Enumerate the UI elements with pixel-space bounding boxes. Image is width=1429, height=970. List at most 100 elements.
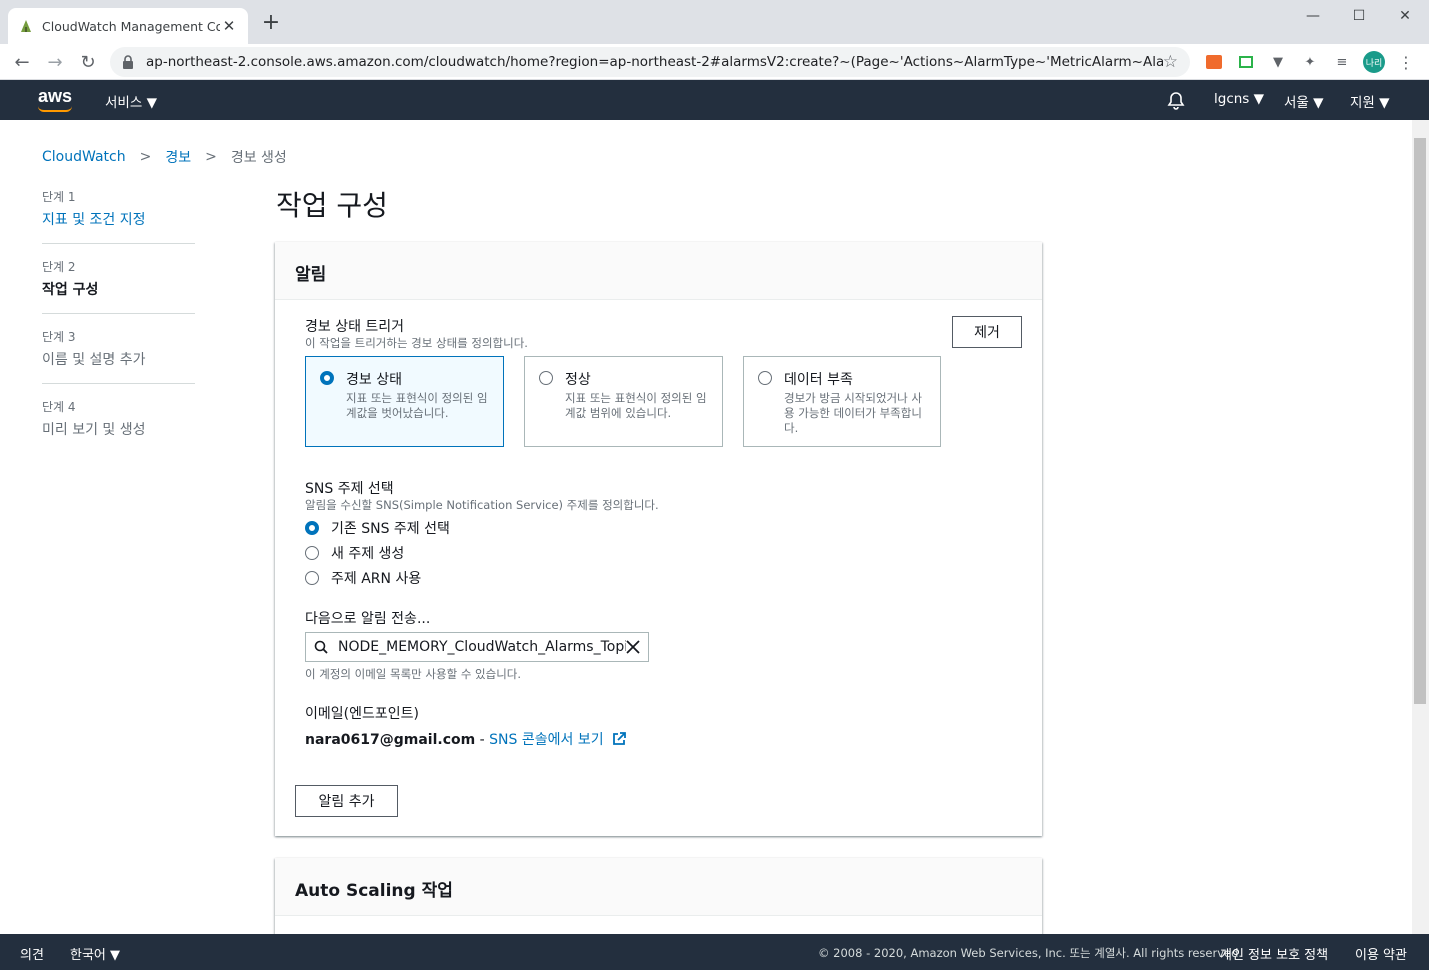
autoscaling-panel: Auto Scaling 작업 xyxy=(275,858,1042,934)
chrome-menu-icon[interactable]: ⋮ xyxy=(1396,52,1416,72)
extension-green-icon[interactable] xyxy=(1236,52,1256,72)
extensions-puzzle-icon[interactable]: ✦ xyxy=(1300,52,1320,72)
breadcrumb: CloudWatch > 경보 > 경보 생성 xyxy=(42,147,287,167)
autoscaling-panel-header: Auto Scaling 작업 xyxy=(275,858,1042,916)
language-menu[interactable]: 한국어 ▼ xyxy=(70,944,120,963)
step-number: 단계 1 xyxy=(42,190,76,204)
notification-panel-header: 알림 xyxy=(275,242,1042,300)
step-label: 미리 보기 및 생성 xyxy=(42,422,146,438)
remove-button[interactable]: 제거 xyxy=(952,316,1022,348)
radio-selected[interactable] xyxy=(305,521,319,535)
services-menu[interactable]: 서비스 ▼ xyxy=(105,91,157,111)
caret-down-icon: ▼ xyxy=(1379,95,1390,111)
endpoint-label: 이메일(엔드포인트) xyxy=(305,706,419,722)
tab-close-icon[interactable]: ✕ xyxy=(220,17,238,35)
step-number: 단계 2 xyxy=(42,260,76,274)
main-content: CloudWatch > 경보 > 경보 생성 단계 1 지표 및 조건 지정 … xyxy=(0,120,1412,934)
clear-icon[interactable] xyxy=(626,640,640,654)
tile-title: 데이터 부족 xyxy=(784,372,853,388)
support-menu[interactable]: 지원 ▼ xyxy=(1350,91,1390,111)
minimize-icon[interactable]: — xyxy=(1290,4,1336,28)
tile-description: 지표 또는 표현식이 정의된 임계값을 벗어났습니다. xyxy=(346,391,488,420)
aws-logo-smile xyxy=(38,106,72,112)
caret-down-icon: ▼ xyxy=(1313,95,1324,111)
aws-footer: 의견 한국어 ▼ © 2008 - 2020, Amazon Web Servi… xyxy=(0,934,1429,970)
sns-option-new[interactable]: 새 주제 생성 xyxy=(305,543,404,563)
tab-title: CloudWatch Management Cons xyxy=(42,18,220,34)
endpoint-line: nara0617@gmail.com - SNS 콘솔에서 보기 xyxy=(305,729,626,749)
sns-console-link[interactable]: SNS 콘솔에서 보기 xyxy=(489,732,603,748)
state-alarm-tile[interactable]: 경보 상태 지표 또는 표현식이 정의된 임계값을 벗어났습니다. xyxy=(305,356,504,447)
sns-option-existing[interactable]: 기존 SNS 주제 선택 xyxy=(305,518,450,538)
chevron-right-icon: > xyxy=(205,149,217,165)
privacy-link[interactable]: 개인 정보 보호 정책 xyxy=(1220,944,1328,963)
language-label: 한국어 xyxy=(70,948,106,963)
forward-icon[interactable]: → xyxy=(43,50,67,74)
copyright-text: © 2008 - 2020, Amazon Web Services, Inc.… xyxy=(818,946,1243,960)
close-window-icon[interactable]: ✕ xyxy=(1382,4,1428,28)
scrollbar-thumb[interactable] xyxy=(1414,138,1426,704)
maximize-icon[interactable]: ☐ xyxy=(1336,4,1382,28)
bell-icon[interactable] xyxy=(1166,90,1186,110)
extension-orange-icon[interactable] xyxy=(1204,52,1224,72)
chevron-right-icon: > xyxy=(139,149,152,165)
aws-logo[interactable]: aws xyxy=(38,86,72,107)
reload-icon[interactable]: ↻ xyxy=(76,50,100,74)
send-to-hint: 이 계정의 이메일 목록만 사용할 수 있습니다. xyxy=(305,667,522,681)
topic-value: NODE_MEMORY_CloudWatch_Alarms_Topi xyxy=(338,639,626,655)
extension-vivaldi-icon[interactable]: ▼ xyxy=(1268,52,1288,72)
step-number: 단계 4 xyxy=(42,400,76,414)
topic-search-input[interactable]: NODE_MEMORY_CloudWatch_Alarms_Topi xyxy=(305,632,649,662)
external-link-icon[interactable] xyxy=(612,732,626,746)
state-insufficient-tile[interactable]: 데이터 부족 경보가 방금 시작되었거나 사용 가능한 데이터가 부족합니다. xyxy=(743,356,941,447)
feedback-link[interactable]: 의견 xyxy=(20,944,44,963)
tile-description: 경보가 방금 시작되었거나 사용 가능한 데이터가 부족합니다. xyxy=(784,391,922,435)
step-3: 단계 3 이름 및 설명 추가 xyxy=(42,328,195,384)
option-label: 주제 ARN 사용 xyxy=(331,571,422,587)
step-1[interactable]: 단계 1 지표 및 조건 지정 xyxy=(42,188,195,244)
services-label: 서비스 xyxy=(105,95,143,111)
caret-down-icon: ▼ xyxy=(146,95,157,111)
terms-link[interactable]: 이용 약관 xyxy=(1355,944,1407,963)
state-ok-radio[interactable] xyxy=(539,371,553,385)
step-label: 이름 및 설명 추가 xyxy=(42,352,146,368)
account-menu[interactable]: lgcns ▼ xyxy=(1214,91,1264,107)
page-title: 작업 구성 xyxy=(276,189,388,222)
cloudwatch-favicon-icon xyxy=(21,20,31,32)
step-label[interactable]: 지표 및 조건 지정 xyxy=(42,209,195,229)
trigger-description: 이 작업을 트리거하는 경보 상태를 정의합니다. xyxy=(305,336,528,350)
step-2: 단계 2 작업 구성 xyxy=(42,258,195,314)
address-bar[interactable]: ap-northeast-2.console.aws.amazon.com/cl… xyxy=(110,47,1190,77)
step-number: 단계 3 xyxy=(42,330,76,344)
endpoint-separator: - xyxy=(475,732,490,748)
url-text: ap-northeast-2.console.aws.amazon.com/cl… xyxy=(146,54,1163,70)
caret-down-icon: ▼ xyxy=(110,948,121,963)
radio-unselected[interactable] xyxy=(305,546,319,560)
send-to-label: 다음으로 알림 전송... xyxy=(305,611,431,627)
breadcrumb-current: 경보 생성 xyxy=(230,150,287,166)
radio-unselected[interactable] xyxy=(305,571,319,585)
profile-avatar[interactable]: 나리 xyxy=(1363,51,1385,73)
add-notification-button[interactable]: 알림 추가 xyxy=(295,785,398,817)
caret-down-icon: ▼ xyxy=(1253,91,1265,107)
tile-title: 경보 상태 xyxy=(346,372,402,388)
back-icon[interactable]: ← xyxy=(10,50,34,74)
state-insufficient-radio[interactable] xyxy=(758,371,772,385)
region-menu[interactable]: 서울 ▼ xyxy=(1284,91,1324,111)
step-4: 단계 4 미리 보기 및 생성 xyxy=(42,398,195,453)
browser-tab[interactable]: CloudWatch Management Cons ✕ xyxy=(8,8,248,44)
tile-description: 지표 또는 표현식이 정의된 임계값 범위에 있습니다. xyxy=(565,391,707,420)
account-label: lgcns xyxy=(1214,91,1250,107)
state-ok-tile[interactable]: 정상 지표 또는 표현식이 정의된 임계값 범위에 있습니다. xyxy=(524,356,723,447)
media-queue-icon[interactable]: ≡ xyxy=(1332,52,1352,72)
sns-label: SNS 주제 선택 xyxy=(305,481,394,497)
breadcrumb-alarms[interactable]: 경보 xyxy=(165,147,191,167)
sns-description: 알림을 수신할 SNS(Simple Notification Service)… xyxy=(305,498,659,512)
new-tab-icon[interactable]: + xyxy=(260,12,282,34)
browser-tab-bar: CloudWatch Management Cons ✕ + — ☐ ✕ xyxy=(0,0,1429,44)
bookmark-star-icon[interactable]: ☆ xyxy=(1163,52,1178,72)
region-label: 서울 xyxy=(1284,95,1309,111)
breadcrumb-cloudwatch[interactable]: CloudWatch xyxy=(42,149,126,165)
sns-option-arn[interactable]: 주제 ARN 사용 xyxy=(305,568,421,588)
state-alarm-radio[interactable] xyxy=(320,371,334,385)
